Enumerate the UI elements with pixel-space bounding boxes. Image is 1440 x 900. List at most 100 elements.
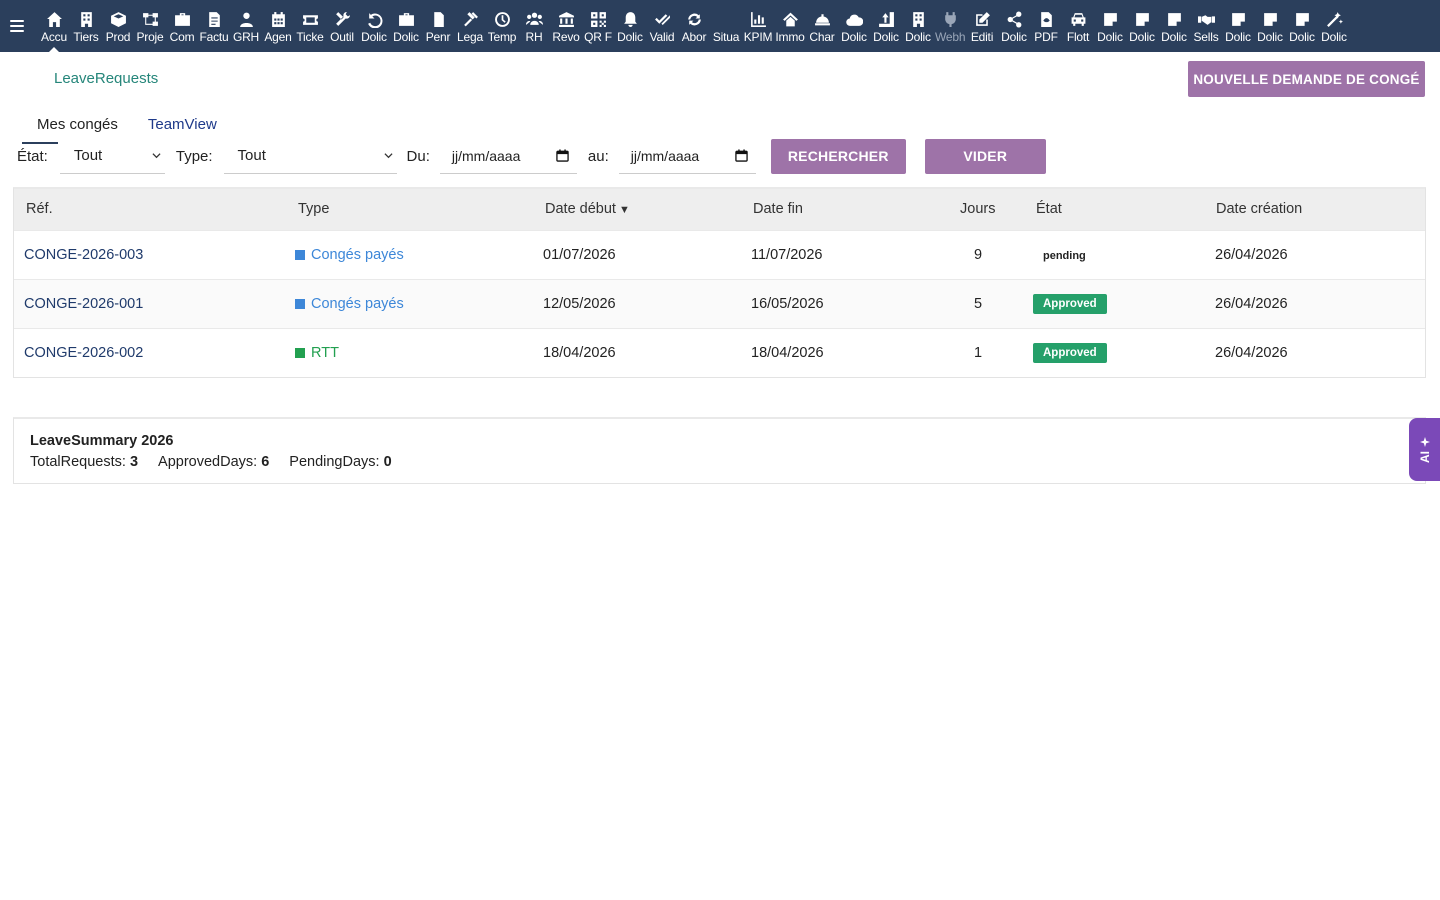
- top-menu-item-0[interactable]: Accu: [38, 0, 70, 52]
- column-header-start-date[interactable]: Date début ▼: [535, 189, 743, 230]
- summary-stats: TotalRequests: 3 ApprovedDays: 6 Pending…: [30, 454, 1409, 470]
- top-menu-item-32[interactable]: Flott: [1062, 0, 1094, 52]
- top-menu-item-16[interactable]: Revo: [550, 0, 582, 52]
- summary-pending-label: PendingDays:: [289, 454, 380, 470]
- date-from-label: Du:: [406, 147, 430, 165]
- cell-start-date: 18/04/2026: [543, 344, 616, 361]
- top-menu-item-1[interactable]: Tiers: [70, 0, 102, 52]
- top-menu-item-13[interactable]: Lega: [454, 0, 486, 52]
- column-header-type[interactable]: Type: [287, 189, 535, 230]
- ticket-icon: [300, 9, 320, 29]
- top-menu-item-label: Char: [809, 30, 835, 44]
- top-menu-item-6[interactable]: GRH: [230, 0, 262, 52]
- new-leave-request-button[interactable]: NOUVELLE DEMANDE DE CONGÉ: [1188, 61, 1425, 97]
- page-title: LeaveRequests: [54, 70, 159, 87]
- top-menu-item-label: QR F: [584, 30, 612, 44]
- top-menu-item-15[interactable]: RH: [518, 0, 550, 52]
- leave-ref-link[interactable]: CONGE-2026-003: [24, 247, 143, 263]
- type-filter-value: Tout: [237, 147, 266, 164]
- top-menu-item-9[interactable]: Outil: [326, 0, 358, 52]
- top-menu-item-10[interactable]: Dolic: [358, 0, 390, 52]
- type-filter-select[interactable]: Tout: [223, 138, 397, 174]
- top-menu-item-27[interactable]: Dolic: [902, 0, 934, 52]
- column-header-days[interactable]: Jours: [943, 189, 1033, 230]
- leave-ref-link[interactable]: CONGE-2026-002: [24, 345, 143, 361]
- top-menu-item-label: PDF: [1034, 30, 1058, 44]
- leave-type-label: Congés payés: [311, 295, 404, 312]
- leave-type-link[interactable]: Congés payés: [295, 296, 535, 312]
- column-header-end-date[interactable]: Date fin: [743, 189, 943, 230]
- refresh-icon: [684, 9, 704, 29]
- top-menu-item-38[interactable]: Dolic: [1254, 0, 1286, 52]
- top-menu-item-36[interactable]: Sells: [1190, 0, 1222, 52]
- top-menu-item-34[interactable]: Dolic: [1126, 0, 1158, 52]
- date-from-input[interactable]: jj/mm/aaaa: [439, 138, 577, 174]
- date-to-value: jj/mm/aaaa: [630, 147, 700, 164]
- table-header-row: Réf. Type Date début ▼ Date fin Jours Éta…: [14, 189, 1425, 230]
- top-menu-items: Accu Tiers Prod Proje Com Factu GRH Agen Ticke Ou…: [34, 0, 1350, 52]
- briefcase-icon: [396, 9, 416, 29]
- column-header-ref[interactable]: Réf.: [14, 189, 287, 230]
- top-menu-item-12[interactable]: Penr: [422, 0, 454, 52]
- top-menu-item-26[interactable]: Dolic: [870, 0, 902, 52]
- top-menu-item-label: Dolic: [1097, 30, 1123, 44]
- top-menu-item-37[interactable]: Dolic: [1222, 0, 1254, 52]
- cell-ref: CONGE-2026-002: [14, 328, 287, 377]
- leave-type-link[interactable]: Congés payés: [295, 247, 535, 263]
- top-menu-item-21[interactable]: Situa: [710, 0, 742, 52]
- column-header-created-date[interactable]: Date création: [1215, 189, 1425, 230]
- top-menu-item-39[interactable]: Dolic: [1286, 0, 1318, 52]
- top-menu-item-label: Ticke: [296, 30, 324, 44]
- cell-type: Congés payés: [287, 230, 535, 279]
- undo-icon: [364, 9, 384, 29]
- top-menu-item-7[interactable]: Agen: [262, 0, 294, 52]
- sparkle-icon: [1419, 436, 1430, 447]
- top-menu-item-4[interactable]: Com: [166, 0, 198, 52]
- cell-type: Congés payés: [287, 279, 535, 328]
- plug-icon: [940, 9, 960, 29]
- top-menu-item-30[interactable]: Dolic: [998, 0, 1030, 52]
- top-menu-item-35[interactable]: Dolic: [1158, 0, 1190, 52]
- top-menu-item-31[interactable]: PDF: [1030, 0, 1062, 52]
- date-to-input[interactable]: jj/mm/aaaa: [618, 138, 756, 174]
- top-menu-item-18[interactable]: Dolic: [614, 0, 646, 52]
- top-menu-item-19[interactable]: Valid: [646, 0, 678, 52]
- top-menu-item-14[interactable]: Temp: [486, 0, 518, 52]
- cell-ref: CONGE-2026-001: [14, 279, 287, 328]
- top-menu-item-22[interactable]: KPIM: [742, 0, 774, 52]
- calendar-icon[interactable]: [735, 149, 748, 162]
- hamburger-menu-icon[interactable]: [0, 0, 34, 52]
- top-menu-item-40[interactable]: Dolic: [1318, 0, 1350, 52]
- top-menu-item-33[interactable]: Dolic: [1094, 0, 1126, 52]
- top-menu-item-label: Editi: [970, 30, 994, 44]
- summary-approved-days: ApprovedDays: 6: [158, 454, 269, 470]
- search-button[interactable]: RECHERCHER: [770, 138, 906, 174]
- top-menu-item-5[interactable]: Factu: [198, 0, 230, 52]
- ai-assistant-tab[interactable]: AI: [1409, 418, 1440, 481]
- status-badge-pending: pending: [1043, 249, 1086, 262]
- bell-icon: [620, 9, 640, 29]
- top-menu-item-17[interactable]: QR F: [582, 0, 614, 52]
- top-menu-item-28[interactable]: Webh: [934, 0, 966, 52]
- clear-button[interactable]: VIDER: [924, 138, 1046, 174]
- top-menu-item-2[interactable]: Prod: [102, 0, 134, 52]
- top-menu-item-23[interactable]: Immo: [774, 0, 806, 52]
- top-menu-item-label: Webh: [935, 30, 965, 44]
- leave-ref-link[interactable]: CONGE-2026-001: [24, 296, 143, 312]
- column-header-state[interactable]: État: [1033, 189, 1215, 230]
- top-menu-item-3[interactable]: Proje: [134, 0, 166, 52]
- top-menu-item-8[interactable]: Ticke: [294, 0, 326, 52]
- top-menu-item-label: Dolic: [1161, 30, 1187, 44]
- top-menu-item-11[interactable]: Dolic: [390, 0, 422, 52]
- calendar-icon[interactable]: [556, 149, 569, 162]
- state-filter-select[interactable]: Tout: [59, 138, 165, 174]
- top-menu-item-29[interactable]: Editi: [966, 0, 998, 52]
- top-menu-item-label: Temp: [487, 30, 517, 44]
- note-icon: [1164, 9, 1184, 29]
- top-menu-item-24[interactable]: Char: [806, 0, 838, 52]
- leave-type-link[interactable]: RTT: [295, 345, 535, 361]
- top-menu-item-25[interactable]: Dolic: [838, 0, 870, 52]
- top-menu-item-20[interactable]: Abor: [678, 0, 710, 52]
- note-icon: [1260, 9, 1280, 29]
- top-menu-item-label: Outil: [330, 30, 354, 44]
